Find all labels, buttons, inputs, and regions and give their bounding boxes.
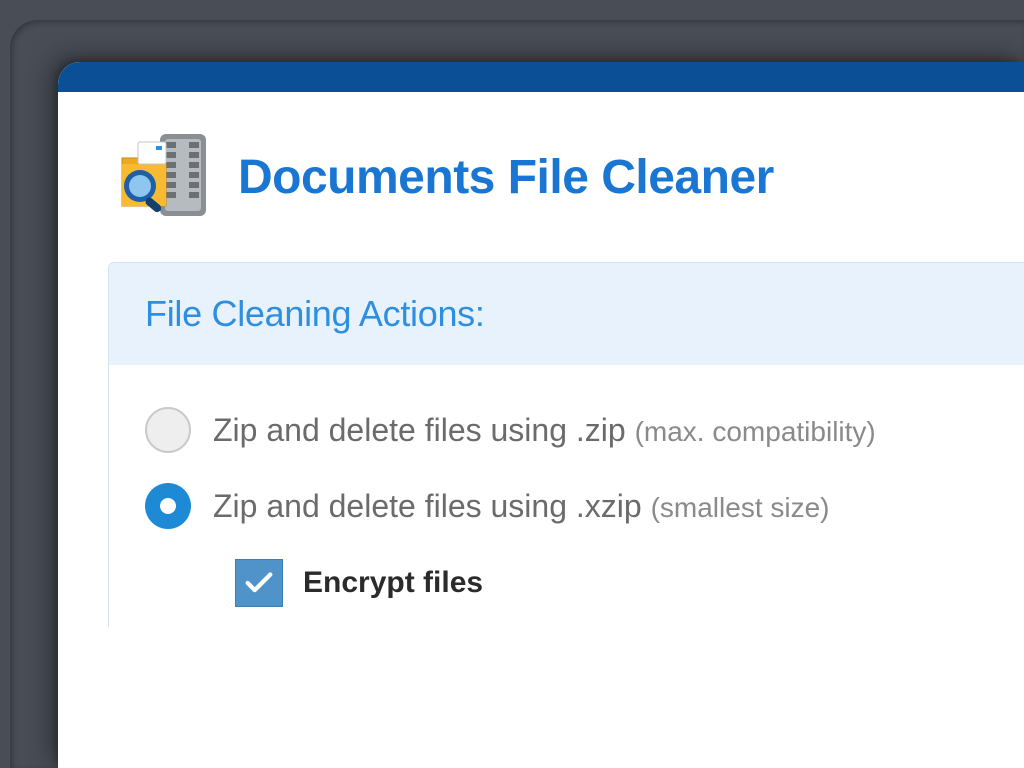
panel-body: Zip and delete files using .zip (max. co… [109,365,1024,627]
checkmark-icon [242,566,276,600]
window-title-bar[interactable] [58,62,1024,92]
encrypt-option-row: Encrypt files [235,559,988,607]
option-xzip-label-wrapper: Zip and delete files using .xzip (smalle… [213,488,830,525]
actions-panel: File Cleaning Actions: Zip and delete fi… [108,262,1024,627]
option-zip-row: Zip and delete files using .zip (max. co… [145,407,988,453]
app-window: Documents File Cleaner File Cleaning Act… [58,62,1024,768]
option-zip-hint: (max. compatibility) [635,416,876,447]
option-xzip-hint: (smallest size) [651,492,830,523]
panel-header: File Cleaning Actions: [109,263,1024,365]
option-xzip-row: Zip and delete files using .xzip (smalle… [145,483,988,529]
radio-selected-dot-icon [160,498,176,514]
app-zip-search-icon [116,130,210,224]
app-title: Documents File Cleaner [238,150,774,205]
radio-zip[interactable] [145,407,191,453]
app-header: Documents File Cleaner [58,92,1024,254]
encrypt-label: Encrypt files [303,566,483,600]
option-zip-label-wrapper: Zip and delete files using .zip (max. co… [213,412,876,449]
option-xzip-label: Zip and delete files using .xzip [213,488,651,524]
radio-xzip[interactable] [145,483,191,529]
checkbox-encrypt[interactable] [235,559,283,607]
option-zip-label: Zip and delete files using .zip [213,412,635,448]
panel-title: File Cleaning Actions: [145,293,988,335]
